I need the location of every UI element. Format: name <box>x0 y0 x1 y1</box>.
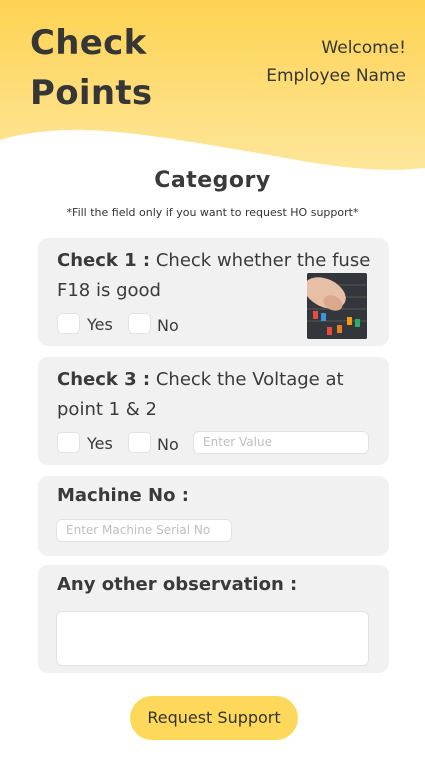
page-title-line2: Points <box>30 73 153 113</box>
check-1-no-checkbox[interactable] <box>128 313 151 334</box>
employee-name: Employee Name <box>266 66 406 86</box>
fuse-box-photo-icon <box>307 273 367 339</box>
machine-card: Machine No : Enter Machine Serial No <box>38 476 389 556</box>
check-3-yes-label: Yes <box>87 434 113 453</box>
check-3-no-label: No <box>157 435 179 454</box>
observation-textarea[interactable] <box>56 611 369 666</box>
observation-card: Any other observation : <box>38 565 389 673</box>
request-support-button[interactable]: Request Support <box>130 696 298 740</box>
check-3-question: Check 3 : Check the Voltage at point 1 &… <box>57 365 357 425</box>
check-3-no-checkbox[interactable] <box>128 432 151 453</box>
welcome-block: Welcome! Employee Name <box>266 34 406 90</box>
machine-label: Machine No : <box>57 485 189 506</box>
check-1-label: Check 1 : <box>57 250 151 271</box>
check-card-1: Check 1 : Check whether the fuse F18 is … <box>38 238 389 346</box>
check-1-yes-checkbox[interactable] <box>57 313 80 334</box>
page-title-line1: Check <box>30 23 147 63</box>
welcome-text: Welcome! <box>321 38 406 58</box>
support-hint: *Fill the field only if you want to requ… <box>66 206 359 219</box>
check-3-yes-checkbox[interactable] <box>57 432 80 453</box>
check-1-no-label: No <box>157 316 179 335</box>
page-title: Check Points <box>30 18 152 118</box>
category-title: Category <box>154 168 271 193</box>
voltage-value-input[interactable]: Enter Value <box>193 431 369 454</box>
machine-serial-input[interactable]: Enter Machine Serial No <box>56 519 232 542</box>
check-1-yes-label: Yes <box>87 315 113 334</box>
check-card-3: Check 3 : Check the Voltage at point 1 &… <box>38 357 389 465</box>
check-3-label: Check 3 : <box>57 369 151 390</box>
observation-label: Any other observation : <box>57 574 298 595</box>
